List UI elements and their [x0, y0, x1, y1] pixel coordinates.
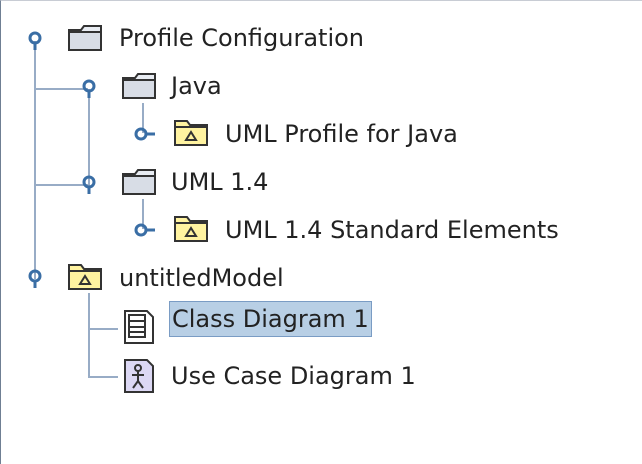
expand-handle-uml-1-4[interactable]	[79, 174, 101, 194]
tree-item-uml-1-4[interactable]: UML 1.4	[169, 164, 270, 200]
tree-connector-line	[88, 293, 90, 377]
tree-connector-line	[88, 328, 118, 330]
leaf-handle-uml-profile-for-java[interactable]	[133, 124, 155, 144]
tree-item-class-diagram-1[interactable]: Class Diagram 1	[169, 301, 372, 337]
tree-item-use-case-diagram-1[interactable]: Use Case Diagram 1	[169, 358, 418, 394]
folder-icon	[67, 23, 105, 53]
expand-handle-untitled-model[interactable]	[25, 268, 47, 288]
folder-icon	[121, 167, 159, 197]
tree-item-uml-profile-for-java[interactable]: UML Profile for Java	[223, 116, 460, 152]
class-diagram-icon	[119, 307, 159, 347]
folder-icon	[121, 71, 159, 101]
expand-handle-java[interactable]	[79, 78, 101, 98]
model-tree[interactable]: Profile Configuration Java UML Profile f…	[0, 0, 642, 464]
tree-item-java[interactable]: Java	[169, 68, 224, 104]
model-package-icon	[173, 214, 211, 244]
model-package-icon	[173, 118, 211, 148]
tree-item-profile-configuration[interactable]: Profile Configuration	[117, 20, 366, 56]
leaf-handle-uml-1-4-standard-elements[interactable]	[133, 220, 155, 240]
tree-item-untitled-model[interactable]: untitledModel	[117, 260, 286, 296]
tree-connector-line	[34, 41, 36, 279]
expand-handle-profile-configuration[interactable]	[25, 30, 47, 50]
tree-connector-line	[88, 376, 118, 378]
model-package-icon	[67, 262, 105, 292]
tree-connector-line	[88, 89, 90, 187]
use-case-diagram-icon	[119, 356, 159, 396]
tree-item-uml-1-4-standard-elements[interactable]: UML 1.4 Standard Elements	[223, 212, 561, 248]
